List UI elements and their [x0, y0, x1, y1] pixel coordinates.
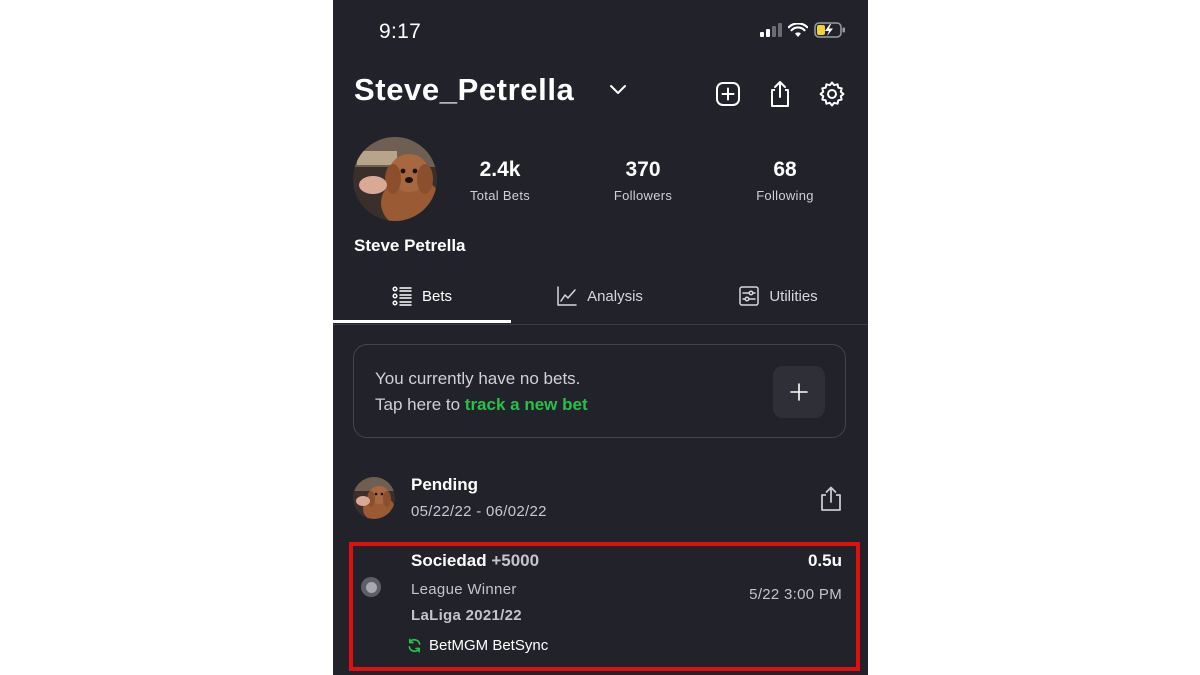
no-bets-message: You currently have no bets. [375, 369, 581, 388]
sync-icon [408, 638, 421, 653]
pending-title: Pending [411, 475, 479, 494]
battery-charging-icon [814, 22, 845, 38]
stat-label: Following [756, 188, 814, 203]
profile-username[interactable]: Steve_Petrella [354, 72, 574, 108]
stat-following[interactable]: 68 Following [720, 158, 850, 203]
no-bets-prompt-prefix: Tap here to [375, 395, 465, 414]
no-bets-card[interactable]: You currently have no bets. Tap here to … [353, 344, 846, 438]
pending-date-range: 05/22/22 - 06/02/22 [411, 503, 547, 520]
track-new-bet-link[interactable]: track a new bet [465, 395, 588, 414]
sliders-icon [739, 286, 760, 306]
wifi-icon [788, 23, 808, 37]
bet-units: 0.5u [807, 551, 842, 570]
pending-avatar [353, 477, 395, 519]
bet-status-dot [365, 581, 377, 593]
tab-analysis[interactable]: Analysis [511, 270, 689, 322]
bet-odds: +5000 [491, 551, 540, 570]
tab-label: Utilities [769, 287, 818, 305]
profile-tabs: Bets Analysis Utilities [333, 270, 868, 325]
bet-sync-source: BetMGM BetSync [407, 637, 548, 654]
stat-label: Total Bets [469, 188, 531, 203]
plus-icon [790, 383, 808, 401]
cellular-signal-icon [760, 23, 782, 37]
dog-photo [353, 137, 437, 221]
chevron-down-icon[interactable] [609, 84, 627, 96]
profile-avatar[interactable] [353, 137, 437, 221]
bet-team: Sociedad [411, 551, 487, 570]
bet-sync-label: BetMGM BetSync [429, 637, 549, 654]
no-bets-prompt: Tap here to track a new bet [375, 395, 588, 415]
stat-followers[interactable]: 370 Followers [578, 158, 708, 203]
bet-market: League Winner [411, 581, 517, 598]
phone-screen: 9:17 Steve_Petrella 2.4k Total Bets 370 … [333, 0, 868, 675]
share-icon[interactable] [765, 79, 795, 109]
list-icon [392, 286, 412, 306]
profile-full-name: Steve Petrella [354, 236, 466, 255]
tab-bets[interactable]: Bets [333, 270, 511, 322]
add-bet-button[interactable] [773, 366, 825, 418]
bet-status-indicator[interactable] [361, 577, 381, 597]
stat-total-bets[interactable]: 2.4k Total Bets [435, 158, 565, 203]
tab-label: Analysis [587, 287, 643, 305]
line-chart-icon [557, 286, 577, 306]
bet-event-time: 5/22 3:00 PM [749, 586, 842, 603]
stat-value: 68 [773, 158, 797, 181]
stat-label: Followers [613, 188, 673, 203]
active-tab-indicator [333, 320, 511, 323]
bet-row[interactable]: Sociedad +5000 League Winner LaLiga 2021… [333, 540, 868, 670]
status-icons [760, 22, 846, 38]
share-icon[interactable] [820, 486, 842, 512]
bet-league: LaLiga 2021/22 [411, 607, 522, 624]
stat-value: 370 [625, 158, 661, 181]
dog-photo [353, 477, 395, 519]
tab-utilities[interactable]: Utilities [689, 270, 868, 322]
add-square-icon[interactable] [713, 79, 743, 109]
gear-icon[interactable] [817, 79, 847, 109]
status-time: 9:17 [379, 20, 422, 43]
tab-label: Bets [421, 287, 452, 305]
bet-selection: Sociedad +5000 [411, 551, 539, 571]
stat-value: 2.4k [479, 158, 521, 181]
